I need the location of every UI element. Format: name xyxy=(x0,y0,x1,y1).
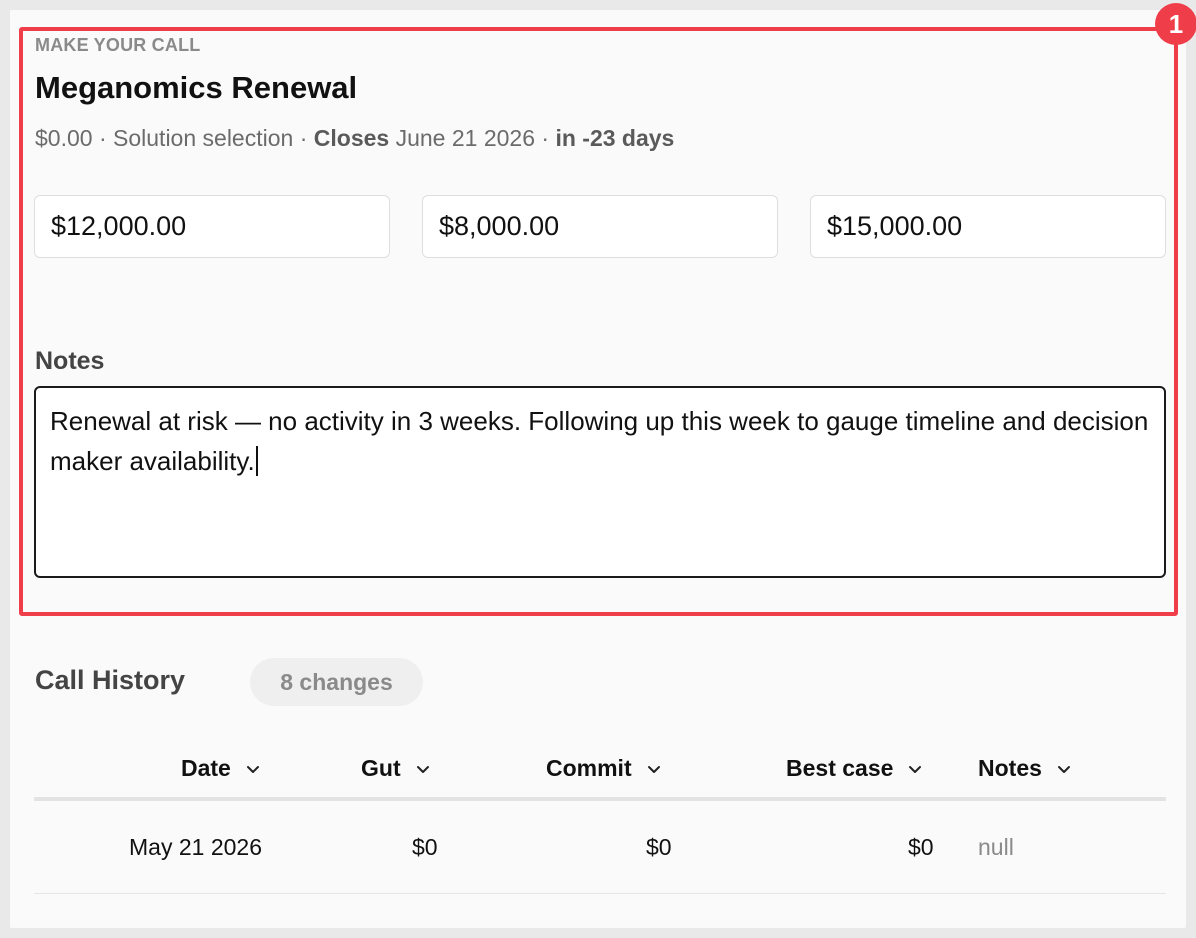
notes-label: Notes xyxy=(35,347,105,375)
close-date: June 21 2026 xyxy=(389,125,535,151)
best-case-input[interactable]: $15,000.00 xyxy=(810,195,1166,258)
chevron-down-icon xyxy=(246,765,259,773)
days-remaining: in -23 days xyxy=(555,125,675,151)
column-header-label: Date xyxy=(181,755,231,781)
chevron-down-icon xyxy=(1057,765,1070,773)
table-header-divider xyxy=(34,797,1166,801)
column-header-date[interactable]: Date xyxy=(181,755,261,782)
commit-input[interactable]: $8,000.00 xyxy=(422,195,778,258)
cell-commit: $0 xyxy=(646,834,672,860)
cell-date: May 21 2026 xyxy=(129,834,262,860)
column-header-best-case[interactable]: Best case xyxy=(786,755,923,782)
section-eyebrow: MAKE YOUR CALL xyxy=(35,35,201,55)
column-header-label: Notes xyxy=(978,755,1042,781)
column-header-commit[interactable]: Commit xyxy=(546,755,662,782)
column-header-label: Best case xyxy=(786,755,894,781)
closes-label: Closes xyxy=(313,125,390,151)
chevron-down-icon xyxy=(647,765,660,773)
chevron-down-icon xyxy=(416,765,429,773)
meta-separator: · xyxy=(535,125,556,151)
deal-title: Meganomics Renewal xyxy=(35,70,358,105)
gut-input[interactable]: $12,000.00 xyxy=(34,195,390,258)
cell-best-case: $0 xyxy=(908,834,934,860)
column-header-gut[interactable]: Gut xyxy=(361,755,431,782)
cell-gut: $0 xyxy=(412,834,438,860)
deal-amount: $0.00 xyxy=(35,125,93,151)
column-header-label: Gut xyxy=(361,755,401,781)
notes-text: Renewal at risk — no activity in 3 weeks… xyxy=(50,406,1149,476)
meta-separator: · xyxy=(92,125,114,151)
changes-count-badge[interactable]: 8 changes xyxy=(250,658,423,706)
cell-notes: null xyxy=(978,834,1014,860)
table-row-divider xyxy=(34,893,1166,894)
chevron-down-icon xyxy=(909,765,922,773)
highlight-badge: 1 xyxy=(1155,3,1196,45)
column-header-label: Commit xyxy=(546,755,632,781)
notes-textarea[interactable]: Renewal at risk — no activity in 3 weeks… xyxy=(34,386,1166,578)
call-history-title: Call History xyxy=(35,665,186,695)
deal-meta: $0.00 · Solution selection · Closes June… xyxy=(35,125,674,152)
text-cursor xyxy=(255,446,258,476)
meta-separator: · xyxy=(293,125,314,151)
column-header-notes[interactable]: Notes xyxy=(978,755,1072,782)
deal-stage: Solution selection xyxy=(113,125,294,151)
